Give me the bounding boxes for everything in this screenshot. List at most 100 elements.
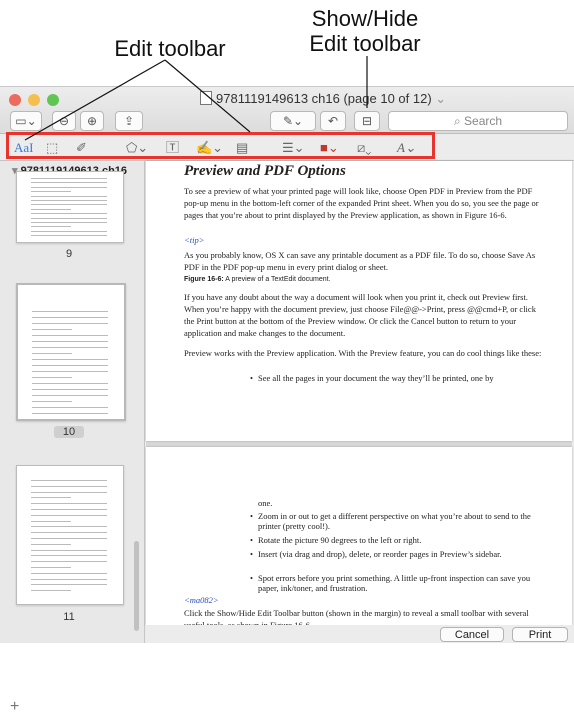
paragraph-3: If you have any doubt about the way a do… [184, 292, 536, 338]
thumbnail-text-line [31, 213, 107, 215]
document-view: Preview and PDF Options To see a preview… [146, 161, 572, 630]
thumbnail-page-11[interactable] [16, 465, 124, 605]
search-placeholder: Search [464, 114, 503, 128]
thumbnail-text-line [32, 311, 108, 312]
thumbnail-text-line [31, 590, 71, 592]
sidebar-view-button[interactable]: ▭⌄ [10, 111, 42, 131]
search-field[interactable]: ⌕ Search [388, 111, 568, 131]
thumbnail-text-line [32, 383, 108, 384]
bullet-spot-errors: Spot errors before you print something. … [250, 573, 548, 593]
thumbnail-text-line [31, 186, 107, 188]
sidebar-scrollbar[interactable] [134, 541, 139, 631]
thumbnail-text-line [31, 538, 107, 539]
add-button[interactable]: + [10, 698, 19, 716]
thumbnail-text-line [31, 549, 107, 551]
callout-line-1: Show/Hide [311, 6, 419, 31]
thumbnail-text-line [31, 532, 107, 534]
continued-text: one. [258, 498, 273, 508]
chevron-down-icon[interactable]: ⌄ [432, 91, 446, 106]
preview-window: 9781119149613 ch16 (page 10 of 12) ⌄ ▭⌄ … [0, 86, 574, 715]
thumbnail-text-line [32, 317, 108, 318]
bullet-see-pages: See all the pages in your document the w… [250, 373, 548, 383]
thumbnail-text-line [32, 329, 72, 330]
print-sheet-bar [146, 625, 574, 643]
page-heading: Preview and PDF Options [184, 163, 346, 179]
edit-toolbar-highlight [6, 132, 435, 159]
close-window-button[interactable] [9, 94, 21, 106]
thumbnail-text-line [31, 204, 107, 206]
minimize-window-button[interactable] [28, 94, 40, 106]
thumbnail-text-line [32, 389, 108, 390]
zoom-window-button[interactable] [47, 94, 59, 106]
share-button[interactable]: ⇪ [115, 111, 143, 131]
thumbnail-text-line [31, 222, 107, 223]
show-hide-edit-toolbar-button[interactable]: ⊟ [354, 111, 380, 131]
bullet-insert: Insert (via drag and drop), delete, or r… [250, 549, 548, 559]
window-title-text: 9781119149613 ch16 (page 10 of 12) [216, 91, 432, 106]
title-bar: 9781119149613 ch16 (page 10 of 12) ⌄ ▭⌄ … [0, 87, 574, 134]
paragraph-2: As you probably know, OS X can save any … [184, 250, 536, 272]
markup-pen-button[interactable]: ✎⌄ [270, 111, 316, 131]
thumbnail-text-line [31, 217, 107, 219]
thumbnail-text-line [32, 371, 108, 372]
thumbnail-text-line [32, 347, 108, 348]
zoom-out-button[interactable]: ⊖ [52, 111, 76, 131]
thumbnail-text-line [31, 182, 107, 184]
thumbnail-text-line [32, 341, 108, 342]
thumbnail-page-10[interactable] [16, 283, 126, 421]
rotate-button[interactable]: ↶ [320, 111, 346, 131]
thumbnail-text-line [31, 191, 71, 193]
callout-edit-toolbar: Edit toolbar [114, 36, 226, 61]
thumbnail-text-line [31, 491, 107, 493]
callout-line-2: Edit toolbar [309, 31, 421, 56]
thumbnail-text-line [31, 520, 71, 522]
thumbnail-text-line [32, 359, 108, 360]
thumbnail-text-line [31, 195, 107, 197]
thumbnail-text-line [31, 555, 107, 557]
thumbnail-text-line [32, 413, 108, 414]
thumbnail-text-line [31, 567, 71, 568]
thumbnail-text-line [32, 335, 108, 336]
thumbnail-text-line [32, 401, 72, 402]
thumbnail-text-line [32, 365, 108, 366]
page-number-10: 10 [54, 426, 84, 438]
thumbnail-text-line [32, 407, 108, 408]
thumbnail-text-line [32, 395, 108, 396]
thumbnail-text-line [31, 200, 107, 201]
thumbnail-text-line [31, 178, 107, 179]
paragraph-1: To see a preview of what your printed pa… [184, 186, 539, 220]
sidebar: ▾ 9781119149613 ch16 9 10 11 + [0, 161, 145, 715]
page-10: Preview and PDF Options To see a preview… [146, 161, 572, 441]
thumbnail-text-line [31, 572, 107, 574]
thumbnail-text-line [31, 235, 107, 237]
thumbnail-text-line [31, 584, 107, 586]
cancel-button[interactable]: Cancel [440, 627, 504, 642]
thumbnail-text-line [31, 543, 71, 545]
thumbnail-text-line [31, 480, 107, 481]
zoom-in-button[interactable]: ⊕ [80, 111, 104, 131]
thumbnail-text-line [31, 561, 107, 563]
thumbnail-text-line [32, 353, 72, 354]
page-11: one. Zoom in or out to get a different p… [146, 447, 572, 630]
thumbnail-text-line [31, 514, 107, 516]
thumbnail-text-line [32, 323, 108, 324]
margin-tag: <ma082> [184, 595, 219, 605]
paragraph-4: Preview works with the Preview applicati… [184, 348, 542, 358]
thumbnail-text-line [32, 377, 72, 378]
thumbnail-text-line [31, 208, 71, 210]
bullet-zoom: Zoom in or out to get a different perspe… [250, 511, 548, 531]
page-number-11: 11 [63, 611, 75, 623]
figure-caption: Figure 16-6: A preview of a TextEdit doc… [184, 276, 331, 283]
bullet-rotate: Rotate the picture 90 degrees to the lef… [250, 535, 548, 545]
search-icon: ⌕ [453, 114, 465, 128]
page-number-9: 9 [65, 248, 73, 260]
window-title: 9781119149613 ch16 (page 10 of 12) ⌄ [200, 91, 446, 107]
thumbnail-text-line [31, 497, 71, 499]
thumbnail-text-line [31, 526, 107, 528]
thumbnail-text-line [31, 509, 107, 510]
print-button[interactable]: Print [512, 627, 568, 642]
thumbnail-text-line [31, 485, 107, 487]
thumbnail-page-9[interactable] [16, 171, 124, 243]
thumbnail-text-line [31, 226, 71, 228]
thumbnail-text-line [31, 230, 107, 232]
